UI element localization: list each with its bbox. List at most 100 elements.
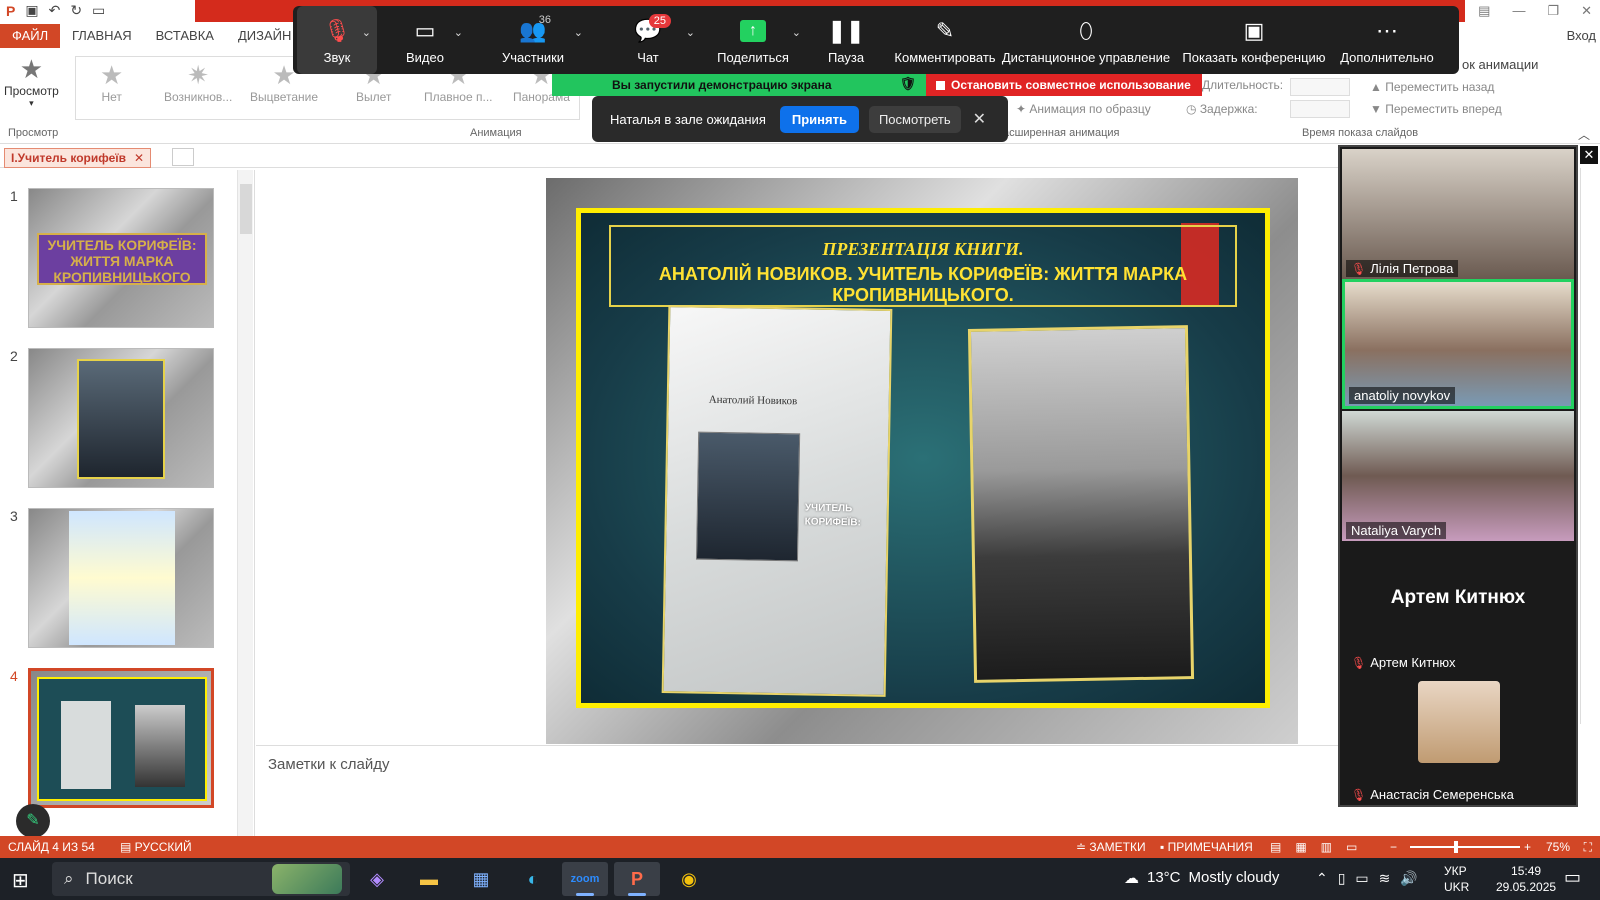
keyboard-layout: UKR [1444,880,1470,894]
view-waiting-button[interactable]: Посмотреть [868,105,961,133]
chrome-browser-icon[interactable]: ◉ [666,862,712,896]
chat-label: Чат [637,49,659,65]
slide-notes-pane[interactable]: Заметки к слайду [256,745,1338,835]
slide-thumbnail[interactable] [28,508,214,648]
collapse-ribbon-icon[interactable]: ︿ [1578,126,1590,143]
participant-tile[interactable]: Nataliya Varych [1342,411,1574,541]
taskbar-clock[interactable]: 15:49 29.05.2025 [1496,863,1556,895]
view-buttons[interactable]: ▤▦▥▭ [1270,840,1371,854]
tab-home[interactable]: ГЛАВНАЯ [60,24,144,48]
windows-taskbar: ⊞ ⌕ Поиск ◈ ▬ ▦ ◐ zoom P ◉ ☁ 13°C Mostly… [0,858,1600,900]
notes-scrollbar[interactable] [1580,168,1598,724]
copilot-app-icon[interactable]: ◈ [354,862,400,896]
show-conference-button[interactable]: ▣ Показать конференцию [1171,6,1337,74]
chevron-down-icon[interactable]: ⌄ [362,26,371,39]
save-icon[interactable]: ▣ [25,2,38,19]
author-photo-image[interactable] [967,325,1195,683]
screen-sharing-banner: Вы запустили демонстрацию экрана 🛡 [552,74,926,96]
audio-button[interactable]: 🎙 Звук ⌄ [297,6,377,74]
preview-button[interactable]: ★ Просмотр ▾ [4,54,59,109]
video-button[interactable]: ▭ Видео ⌄ [377,6,473,74]
edge-browser-icon[interactable]: ◐ [510,862,556,896]
chevron-down-icon[interactable]: ⌄ [686,26,695,39]
close-tab-icon[interactable]: ✕ [134,151,144,165]
spelling-language[interactable]: ▤ РУССКИЙ [120,840,192,854]
participant-tile-video-off[interactable]: Артем Китнюх 🎙 Артем Китнюх [1342,543,1574,673]
slide-title-line-1: ПРЕЗЕНТАЦІЯ КНИГИ. [822,239,1024,259]
current-slide[interactable]: ПРЕЗЕНТАЦІЯ КНИГИ. АНАТОЛІЙ НОВИКОВ. УЧИ… [546,178,1298,744]
chevron-down-icon[interactable]: ⌄ [574,26,583,39]
slide-thumbnail[interactable]: УЧИТЕЛЬ КОРИФЕЇВ: ЖИТТЯ МАРКА КРОПИВНИЦЬ… [28,188,214,328]
book-cover-image[interactable]: Анатолий Новиков УЧИТЕЛЬ КОРИФЕЇВ: [661,305,893,697]
zoom-out-icon[interactable]: − [1390,840,1397,854]
weather-widget[interactable]: ☁ 13°C Mostly cloudy [1124,869,1279,887]
tab-file[interactable]: ФАЙЛ [0,24,60,48]
document-tab[interactable]: І.Учитель корифеїв ✕ [4,148,152,168]
more-label: Дополнительно [1340,49,1434,65]
tab-insert[interactable]: ВСТАВКА [144,24,226,48]
zoom-level[interactable]: 75% [1546,840,1570,854]
slideshow-icon[interactable]: ▭ [92,2,105,19]
slide-thumbnail[interactable] [28,348,214,488]
participants-button[interactable]: 👥 36 Участники ⌄ [473,6,593,74]
new-tab-button[interactable] [172,148,194,166]
input-language[interactable]: УКР UKR [1444,863,1469,895]
participant-tile-active-speaker[interactable]: anatoliy novykov [1342,279,1574,409]
chat-button[interactable]: 💬 25 Чат ⌄ [593,6,703,74]
chevron-down-icon[interactable]: ⌄ [792,26,801,39]
animation-painter-button[interactable]: ✦ Анимация по образцу [1016,102,1151,116]
thumbnail-number: 3 [10,508,18,524]
move-back-button[interactable]: ▲ Переместить назад [1370,80,1494,94]
system-tray-icons[interactable]: ⌃▯▭≋🔊 [1316,870,1428,887]
animation-order-label[interactable]: ок анимации [1462,57,1538,72]
powerpoint-logo-icon: P [6,2,16,19]
redo-icon[interactable]: ↻ [70,2,82,19]
duration-input[interactable] [1290,78,1350,96]
slide-title-box[interactable]: ПРЕЗЕНТАЦІЯ КНИГИ. АНАТОЛІЙ НОВИКОВ. УЧИ… [609,225,1237,307]
animation-appear[interactable]: ✷ Возникнов... [164,60,232,104]
zoom-app-icon[interactable]: zoom [562,862,608,896]
close-icon[interactable]: ✕ [1581,3,1592,19]
thumbnails-scrollbar[interactable] [237,170,253,836]
animation-none[interactable]: ★ Нет [100,60,123,104]
comments-toggle-button[interactable]: ▪ ПРИМЕЧАНИЯ [1160,840,1253,854]
annotate-button[interactable]: ✎ Комментировать [889,6,1001,74]
ribbon-options-icon[interactable]: ▤ [1478,3,1490,19]
scrollbar-thumb[interactable] [240,184,252,234]
pause-share-button[interactable]: ❚❚ Пауза [803,6,889,74]
share-button[interactable]: ↑ Поделиться ⌄ [703,6,803,74]
delay-input[interactable] [1290,100,1350,118]
restore-icon[interactable]: ❐ [1547,3,1559,19]
chevron-down-icon[interactable]: ⌄ [454,26,463,39]
tab-design[interactable]: ДИЗАЙН [226,24,303,48]
zoom-slider[interactable] [1410,846,1520,848]
participant-tile-video-off[interactable]: 🎙 Анастасія Семеренська [1342,675,1574,805]
microsoft-store-icon[interactable]: ▦ [458,862,504,896]
stop-share-button[interactable]: Остановить совместное использование [926,74,1202,96]
undo-icon[interactable]: ↶ [49,2,61,19]
close-icon[interactable]: ✕ [973,109,986,129]
stop-square-icon [936,80,945,90]
windows-start-icon[interactable]: ⊞ [12,868,29,893]
more-button[interactable]: ⋯ Дополнительно [1337,6,1437,74]
notes-toggle-button[interactable]: ≐ ЗАМЕТКИ [1076,840,1146,854]
fit-slide-icon[interactable]: ⛶ [1584,840,1592,855]
window-controls: ? ▤ — ❐ ✕ [1449,3,1592,19]
file-explorer-icon[interactable]: ▬ [406,862,452,896]
zoom-in-icon[interactable]: + [1524,840,1531,854]
participant-tile[interactable]: 🎙 Лілія Петрова [1342,149,1574,279]
close-icon[interactable]: ✕ [1580,146,1598,164]
taskbar-search[interactable]: ⌕ Поиск [52,862,350,896]
move-forward-button[interactable]: ▼ Переместить вперед [1370,102,1502,116]
sign-in-link[interactable]: Вход [1567,28,1596,43]
annotation-pen-icon[interactable]: ✎ [16,804,50,838]
admit-button[interactable]: Принять [779,105,859,133]
minimize-icon[interactable]: — [1512,3,1525,19]
notifications-icon[interactable]: ▭ [1564,867,1581,888]
mouse-icon: ⬯ [1079,17,1093,43]
powerpoint-app-icon[interactable]: P [614,862,660,896]
zoom-slider-thumb[interactable] [1454,841,1458,853]
remote-control-button[interactable]: ⬯ Дистанционное управление [1001,6,1171,74]
participant-gallery: 🎙 Лілія Петрова anatoliy novykov Nataliya… [1338,145,1578,807]
slide-thumbnail-selected[interactable] [28,668,214,808]
